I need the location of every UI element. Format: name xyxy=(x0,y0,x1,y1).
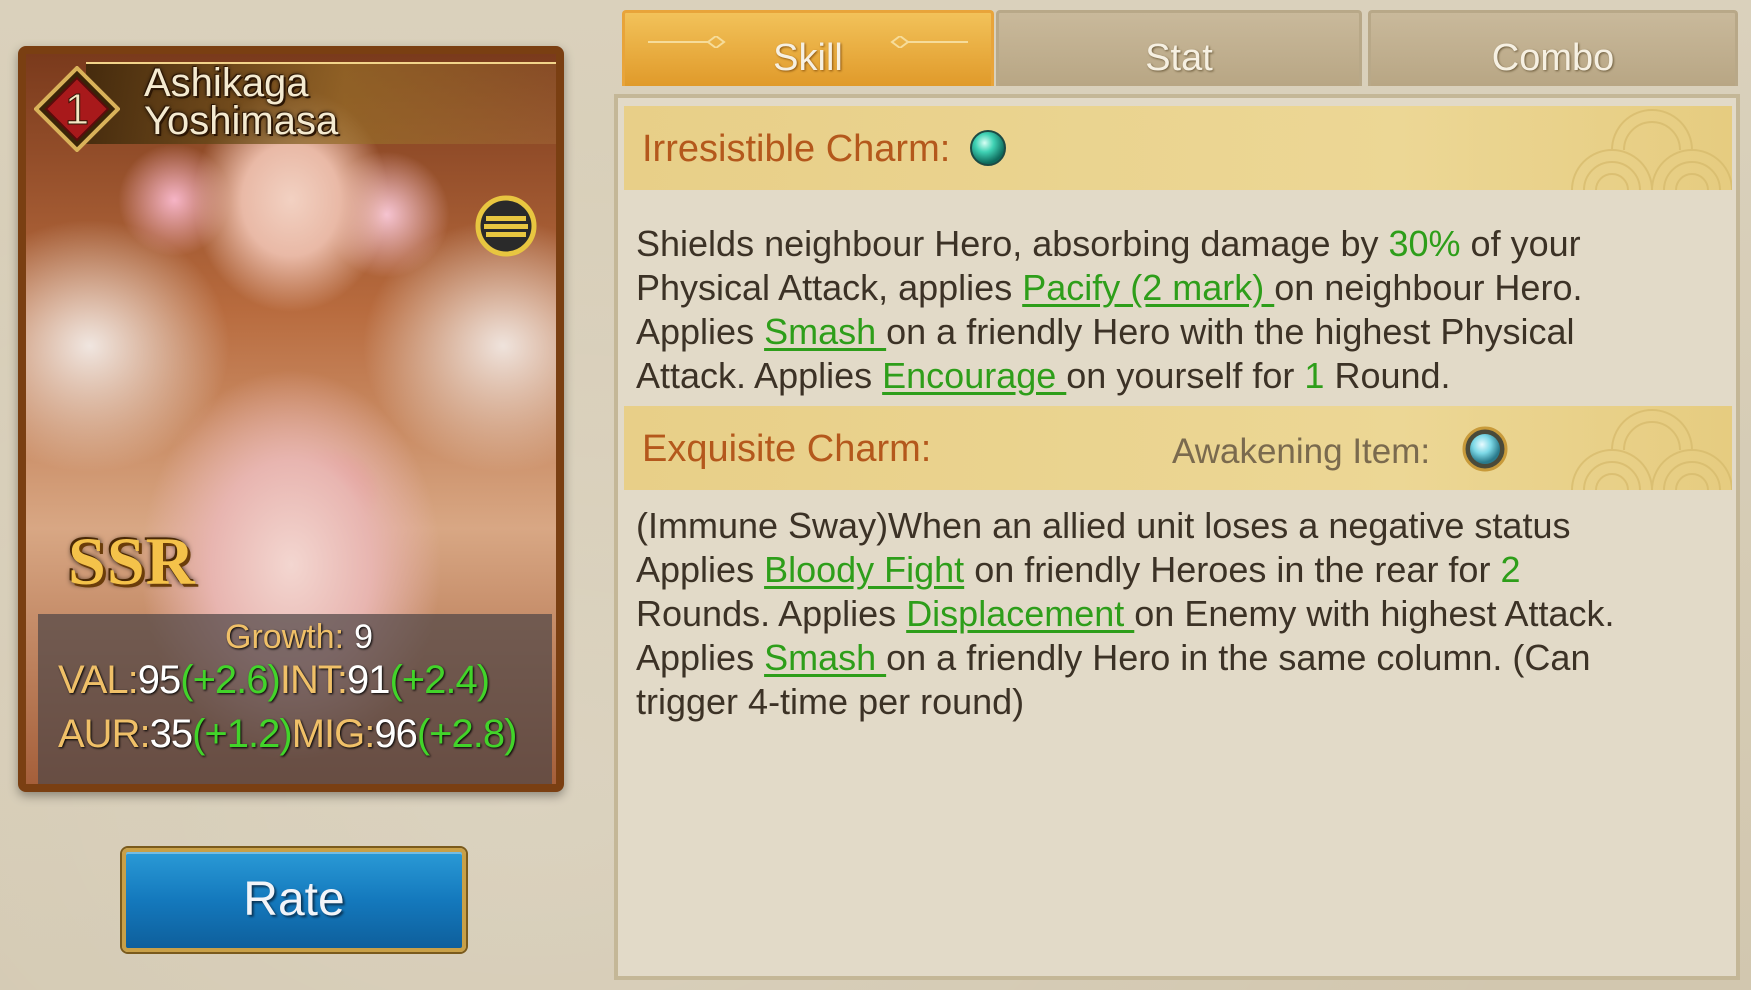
val-label: VAL: xyxy=(58,658,139,702)
growth-label: Growth: xyxy=(225,618,345,656)
int-bonus: (+2.4) xyxy=(389,658,490,702)
hero-name-line2: Yoshimasa xyxy=(144,99,339,143)
skill2-name: Exquisite Charm: xyxy=(642,428,932,470)
skill1-line2: Physical Attack, applies Pacify (2 mark)… xyxy=(636,266,1732,310)
tab-combo-label: Combo xyxy=(1491,37,1615,79)
tab-skill-label: Skill xyxy=(773,37,843,79)
rank-number: 1 xyxy=(65,85,89,134)
skill1-line4-text-c: Round. xyxy=(1324,355,1451,396)
skill1-name: Irresistible Charm: xyxy=(642,128,951,170)
tab-stat-label: Stat xyxy=(1145,37,1213,79)
growth-row: Growth: 9 xyxy=(26,618,556,657)
rarity-badge: SSR xyxy=(68,523,196,599)
aur-bonus: (+1.2) xyxy=(192,712,293,756)
aur-value: 35 xyxy=(149,712,193,756)
skill1-line2-text-a: Physical Attack, applies xyxy=(636,267,1023,308)
smash-link-2[interactable]: Smash xyxy=(764,637,886,678)
tab-stat[interactable]: Stat xyxy=(996,10,1362,86)
wave-pattern-icon xyxy=(1571,409,1732,490)
skill1-line4-text-a: Attack. Applies xyxy=(636,355,883,396)
awakening-gem-icon[interactable] xyxy=(1460,424,1510,474)
rank-diamond-icon: 1 xyxy=(34,66,120,152)
growth-value: 9 xyxy=(354,618,373,656)
awakening-item-label: Awakening Item: xyxy=(1172,432,1431,471)
skill1-description: Shields neighbour Hero, absorbing damage… xyxy=(636,222,1732,398)
mig-label: MIG: xyxy=(291,712,376,756)
tab-ornament-left-icon xyxy=(648,36,726,48)
skill1-percentage: 30% xyxy=(1388,223,1461,264)
skill2-line2-text-a: Applies xyxy=(636,549,765,590)
wave-pattern-icon xyxy=(1571,109,1732,190)
skill2-line2-text-b: on friendly Heroes in the rear for xyxy=(964,549,1501,590)
skill1-line2-text-b: on neighbour Hero. xyxy=(1274,267,1583,308)
skill2-line4-text-b: on a friendly Hero in the same column. (… xyxy=(886,637,1591,678)
displacement-link[interactable]: Displacement xyxy=(906,593,1134,634)
val-value: 95 xyxy=(137,658,181,702)
stat-row-2: AUR:35(+1.2)MIG:96(+2.8) xyxy=(58,712,518,757)
smash-link[interactable]: Smash xyxy=(764,311,886,352)
tab-ornament-right-icon xyxy=(890,36,968,48)
tab-skill[interactable]: Skill xyxy=(622,10,994,86)
skill1-round-count: 1 xyxy=(1304,355,1325,396)
rate-button[interactable]: Rate xyxy=(122,848,466,952)
skill1-line3-text-b: on a friendly Hero with the highest Phys… xyxy=(886,311,1575,352)
skill2-line4: Applies Smash on a friendly Hero in the … xyxy=(636,636,1732,680)
mig-bonus: (+2.8) xyxy=(416,712,518,756)
skill2-line4-text-a: Applies xyxy=(636,637,765,678)
int-value: 91 xyxy=(346,658,390,702)
skill1-line1-text-b: of your xyxy=(1460,223,1581,264)
skill2-line3: Rounds. Applies Displacement on Enemy wi… xyxy=(636,592,1732,636)
mig-value: 96 xyxy=(374,712,417,756)
skill1-line4-text-b: on yourself for xyxy=(1066,355,1305,396)
skill1-line1: Shields neighbour Hero, absorbing damage… xyxy=(636,222,1732,266)
skill2-line1: (Immune Sway)When an allied unit loses a… xyxy=(636,505,1571,546)
skill2-line2: Applies Bloody Fight on friendly Heroes … xyxy=(636,548,1732,592)
skill2-line3-text-b: on Enemy with highest Attack. xyxy=(1134,593,1615,634)
skill1-line4: Attack. Applies Encourage on yourself fo… xyxy=(636,354,1732,398)
pacify-link[interactable]: Pacify (2 mark) xyxy=(1022,267,1274,308)
menu-lines-icon[interactable] xyxy=(474,194,538,258)
val-bonus: (+2.6) xyxy=(180,658,281,702)
int-label: INT: xyxy=(279,658,348,702)
skill2-round-count: 2 xyxy=(1500,549,1521,590)
tab-combo[interactable]: Combo xyxy=(1368,10,1738,86)
skill1-line1-text-a: Shields neighbour Hero, absorbing damage… xyxy=(636,223,1389,264)
hero-name: Ashikaga Yoshimasa xyxy=(144,61,544,143)
aur-label: AUR: xyxy=(58,712,151,756)
encourage-link[interactable]: Encourage xyxy=(882,355,1066,396)
skill2-line5: trigger 4-time per round) xyxy=(636,681,1025,722)
teal-gem-icon xyxy=(970,130,1006,166)
skill1-line3-text-a: Applies xyxy=(636,311,765,352)
hero-card[interactable]: 1 Ashikaga Yoshimasa SSR Growth: 9 VAL:95… xyxy=(18,46,564,792)
skill1-line3: Applies Smash on a friendly Hero with th… xyxy=(636,310,1732,354)
skill2-description: (Immune Sway)When an allied unit loses a… xyxy=(636,504,1732,724)
skill2-line3-text-a: Rounds. Applies xyxy=(636,593,907,634)
bloody-fight-link[interactable]: Bloody Fight xyxy=(764,549,964,590)
stat-row-1: VAL:95(+2.6)INT:91(+2.4) xyxy=(58,658,490,703)
hero-name-line1: Ashikaga xyxy=(144,61,309,105)
